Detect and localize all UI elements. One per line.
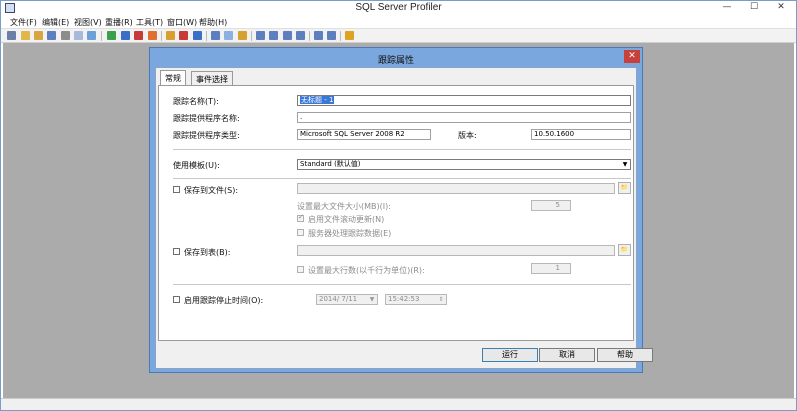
max-file-size-input[interactable]: 5 (531, 200, 571, 211)
run-to-cursor-icon[interactable] (193, 31, 202, 40)
find-icon[interactable] (74, 31, 83, 40)
trace-name-input[interactable]: 无标题 - 1 (297, 95, 631, 106)
save-to-table-target[interactable] (297, 245, 615, 256)
provider-name-label: 跟踪提供程序名称: (173, 114, 240, 123)
bookmark-icon[interactable] (224, 31, 233, 40)
max-file-size-value: 5 (555, 201, 560, 209)
stop-time-value: 15:42:53 (388, 295, 420, 303)
chevron-down-icon: ▼ (369, 296, 375, 303)
divider (173, 149, 631, 150)
save-to-file-label: 保存到文件(S): (184, 186, 239, 195)
new-trace-icon[interactable] (7, 31, 16, 40)
window-arrange-icon[interactable] (296, 31, 305, 40)
template-select[interactable]: Standard (默认值) ▼ (297, 159, 631, 170)
toolbar-separator (340, 31, 341, 41)
status-bar (1, 398, 796, 410)
replay-icon[interactable] (148, 31, 157, 40)
step-icon[interactable] (166, 31, 175, 40)
server-processes-label: 服务器处理跟踪数据(E) (308, 229, 392, 238)
tab-general[interactable]: 常规 (160, 70, 186, 85)
menu-tools[interactable]: 工具(T) (136, 17, 163, 28)
spinner-icon: ⇕ (438, 296, 444, 303)
browse-table-button[interactable]: 📁 (618, 244, 631, 256)
dialog-title-bar[interactable]: 跟踪属性 ✕ (150, 48, 642, 67)
tab-events-selection[interactable]: 事件选择 (191, 71, 233, 85)
save-to-file-checkbox[interactable] (173, 186, 180, 193)
maximize-button[interactable]: ☐ (741, 1, 767, 13)
provider-type-label: 跟踪提供程序类型: (173, 131, 240, 140)
toolbar-separator (101, 31, 102, 41)
pause-icon[interactable] (121, 31, 130, 40)
run-button[interactable]: 运行 (482, 348, 538, 362)
stop-time-checkbox[interactable] (173, 296, 180, 303)
minimize-button[interactable]: — (714, 1, 740, 13)
run-icon[interactable] (107, 31, 116, 40)
toolbar (1, 29, 796, 43)
save-to-table-label: 保存到表(B): (184, 248, 231, 257)
stop-date-picker[interactable]: 2014/ 7/11 ▼ (316, 294, 378, 305)
tuning-advisor-icon[interactable] (327, 31, 336, 40)
close-button[interactable]: ✕ (768, 1, 794, 13)
toolbar-separator (251, 31, 252, 41)
max-rows-label: 设置最大行数(以千行为单位)(R): (308, 266, 425, 275)
stop-icon[interactable] (134, 31, 143, 40)
trace-name-value: 无标题 - 1 (300, 96, 335, 104)
dialog-close-button[interactable]: ✕ (624, 50, 640, 63)
provider-type-field: Microsoft SQL Server 2008 R2 (297, 129, 431, 140)
save-to-file-path[interactable] (297, 183, 615, 194)
browse-file-button[interactable]: 📁 (618, 182, 631, 194)
version-field: 10.50.1600 (531, 129, 631, 140)
toolbar-separator (206, 31, 207, 41)
menu-bar: 文件(F) 编辑(E) 视图(V) 重播(R) 工具(T) 窗口(W) 帮助(H… (1, 15, 796, 29)
server-processes-checkbox[interactable] (297, 229, 304, 236)
menu-help[interactable]: 帮助(H) (199, 17, 227, 28)
app-title: SQL Server Profiler (355, 2, 442, 13)
general-tab-panel: 跟踪名称(T): 无标题 - 1 跟踪提供程序名称: . 跟踪提供程序类型: M… (158, 85, 634, 341)
title-bar: SQL Server Profiler — ☐ ✕ (1, 1, 796, 15)
window-cascade-icon[interactable] (256, 31, 265, 40)
provider-name-field: . (297, 112, 631, 123)
chevron-down-icon: ▼ (622, 161, 628, 168)
menu-edit[interactable]: 编辑(E) (42, 17, 69, 28)
rollover-checkbox[interactable] (297, 213, 304, 222)
max-file-size-label: 设置最大文件大小(MB)(I): (297, 202, 391, 211)
properties-icon[interactable] (61, 31, 70, 40)
trace-name-label: 跟踪名称(T): (173, 97, 219, 106)
max-rows-input[interactable]: 1 (531, 263, 571, 274)
max-rows-checkbox[interactable] (297, 266, 304, 273)
open-icon[interactable] (21, 31, 30, 40)
activity-monitor-icon[interactable] (314, 31, 323, 40)
stop-time-picker[interactable]: 15:42:53 ⇕ (385, 294, 447, 305)
dialog-body: 常规 事件选择 跟踪名称(T): 无标题 - 1 跟踪提供程序名称: . 跟踪提… (155, 67, 653, 369)
dialog-title: 跟踪属性 (377, 56, 414, 66)
toolbar-separator (309, 31, 310, 41)
help-icon[interactable] (345, 31, 354, 40)
template-value: Standard (默认值) (300, 160, 361, 168)
cancel-button[interactable]: 取消 (539, 348, 595, 362)
clear-icon[interactable] (87, 31, 96, 40)
menu-file[interactable]: 文件(F) (10, 17, 37, 28)
divider (173, 178, 631, 179)
open-folder-icon[interactable] (34, 31, 43, 40)
help-button[interactable]: 帮助 (597, 348, 653, 362)
trace-properties-dialog: 跟踪属性 ✕ 常规 事件选择 跟踪名称(T): 无标题 - 1 跟踪提供程序名称… (149, 47, 653, 373)
template-label: 使用模板(U): (173, 161, 220, 170)
save-icon[interactable] (47, 31, 56, 40)
max-rows-value: 1 (555, 264, 560, 272)
window-tile-horizontal-icon[interactable] (269, 31, 278, 40)
menu-window[interactable]: 窗口(W) (167, 17, 197, 28)
stop-time-label: 启用跟踪停止时间(O): (184, 296, 264, 305)
stop-date-value: 2014/ 7/11 (319, 295, 358, 303)
save-to-table-checkbox[interactable] (173, 248, 180, 255)
toolbar-separator (161, 31, 162, 41)
menu-view[interactable]: 视图(V) (74, 17, 102, 28)
window-tile-vertical-icon[interactable] (283, 31, 292, 40)
breakpoint-icon[interactable] (179, 31, 188, 40)
divider (173, 284, 631, 285)
version-label: 版本: (458, 131, 477, 140)
next-bookmark-icon[interactable] (238, 31, 247, 40)
menu-replay[interactable]: 重播(R) (105, 17, 133, 28)
rollover-label: 启用文件滚动更新(N) (308, 215, 385, 224)
toggle-icon[interactable] (211, 31, 220, 40)
